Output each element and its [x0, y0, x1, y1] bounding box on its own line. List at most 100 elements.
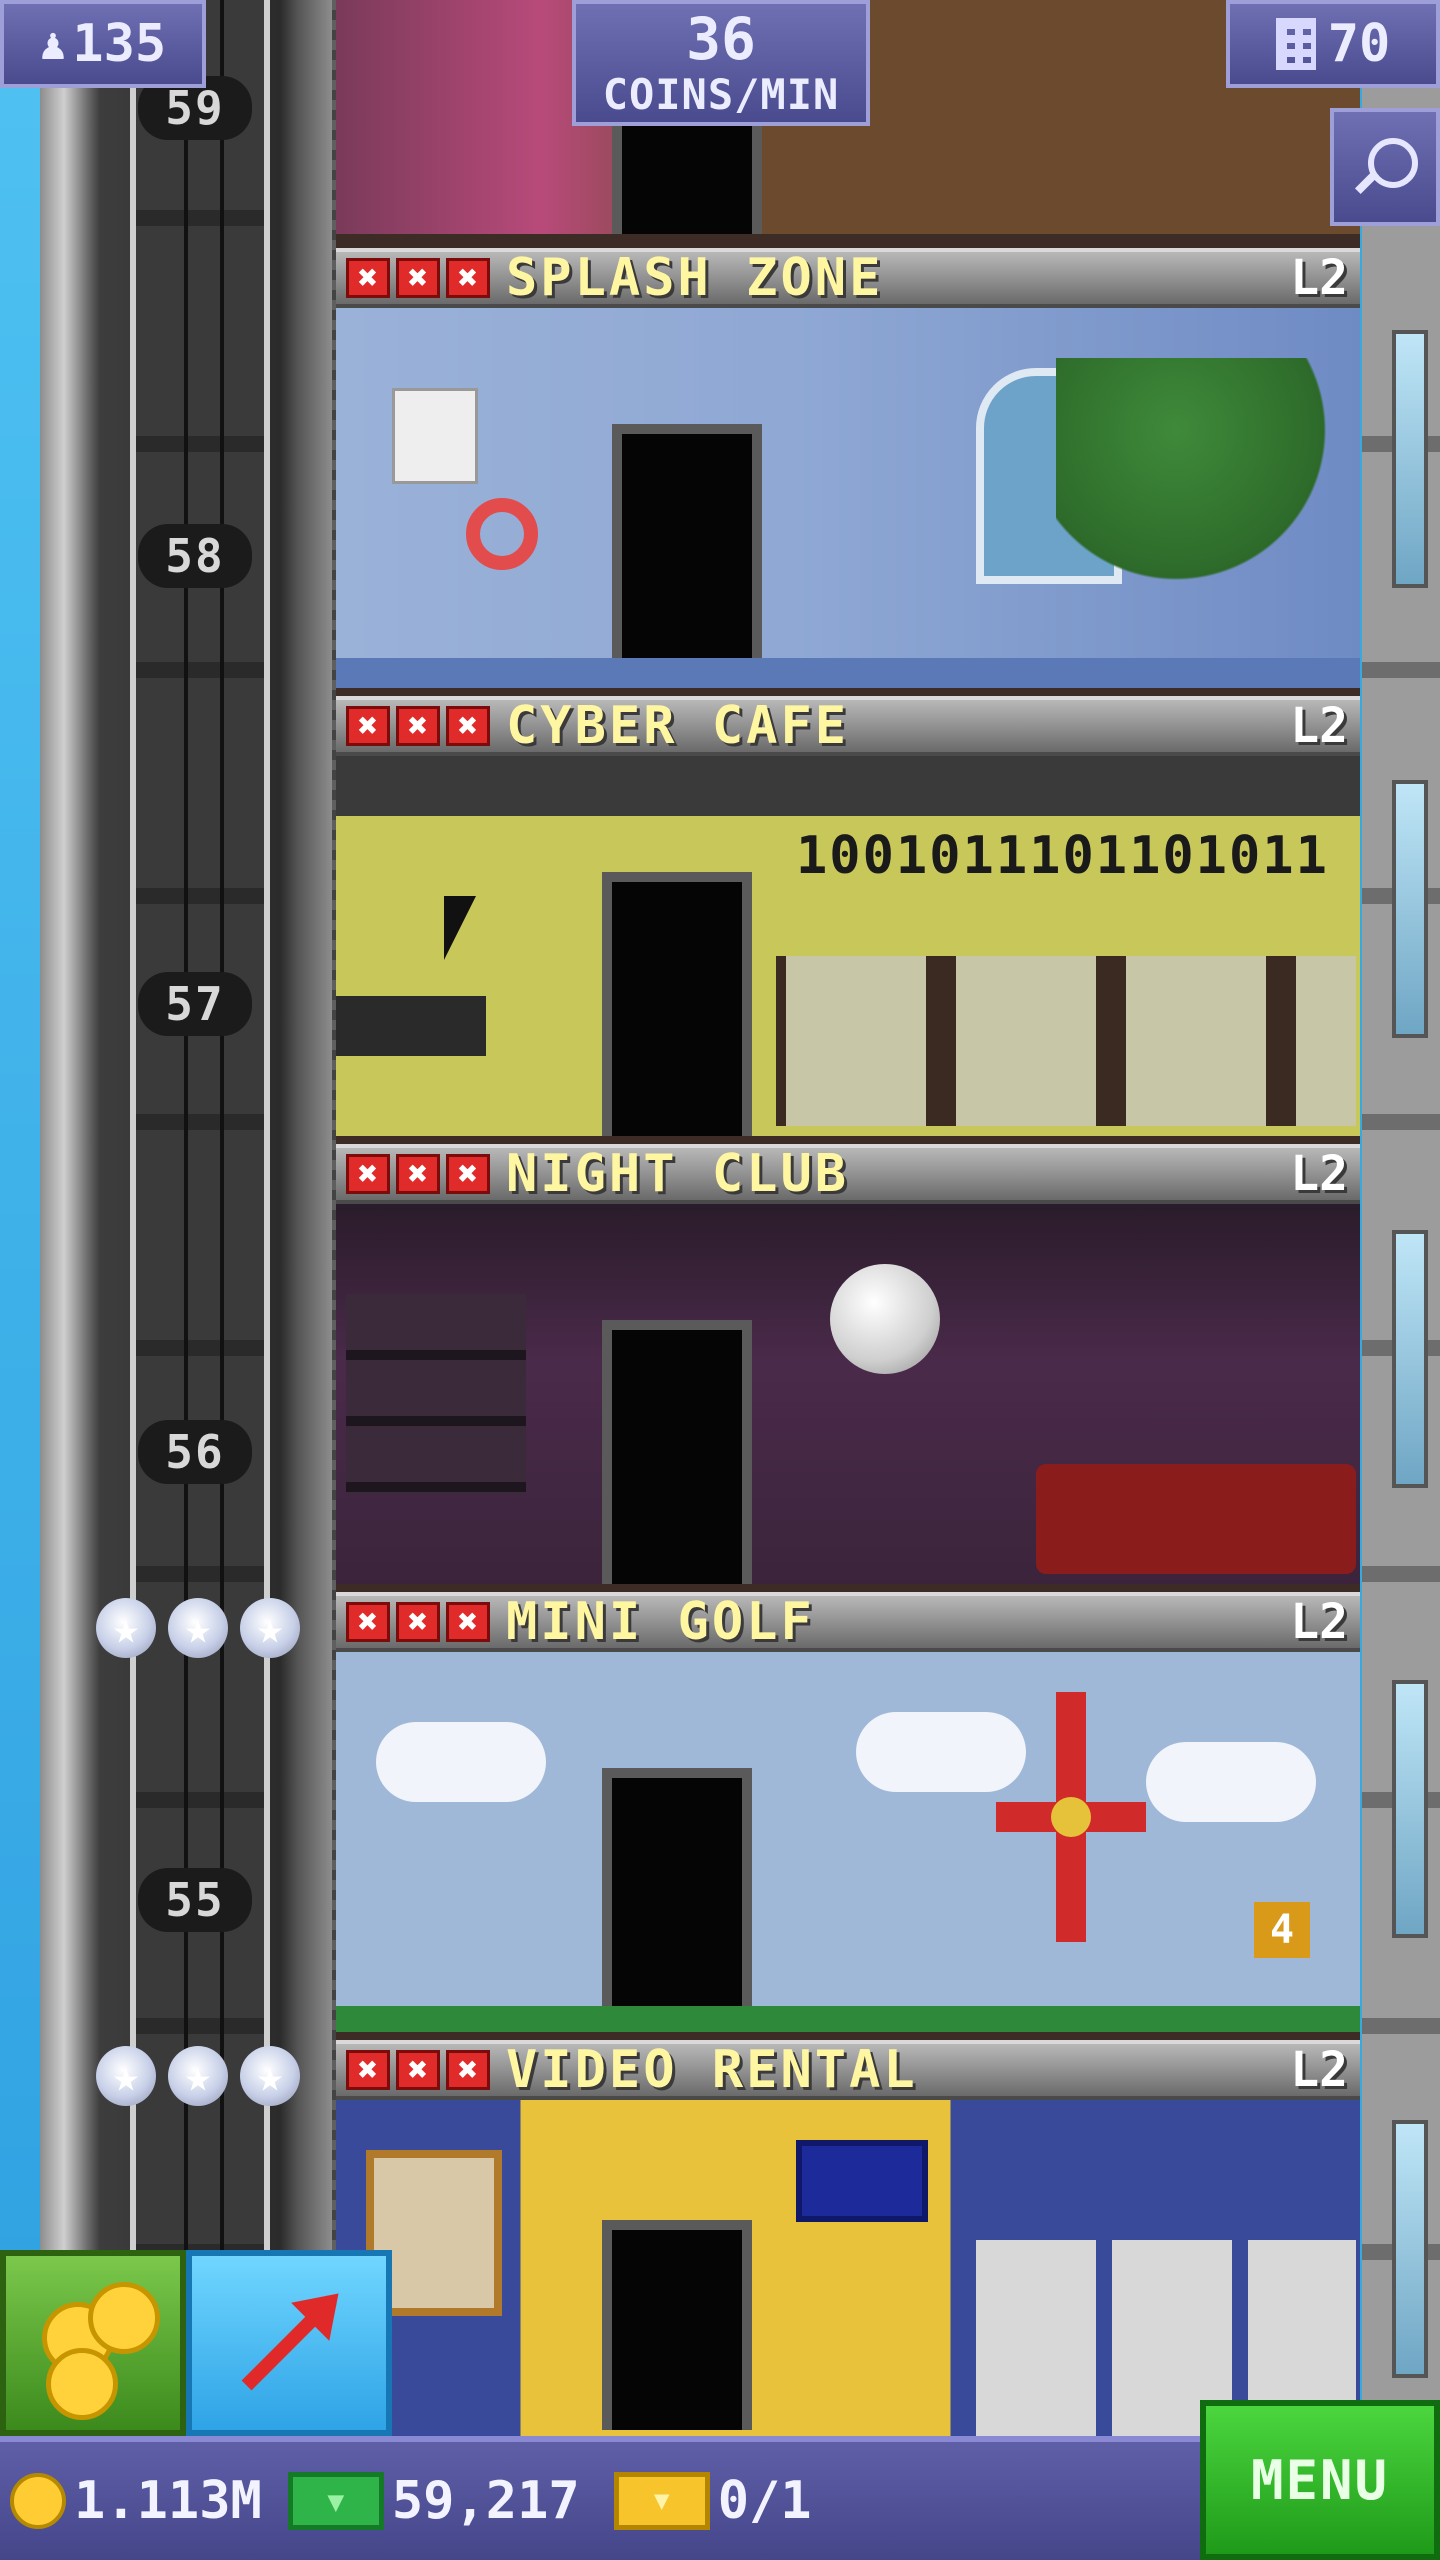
star-icon: ★	[240, 1598, 300, 1658]
star-icon: ★	[96, 2046, 156, 2106]
elevator-star-row: ★ ★ ★	[96, 1598, 300, 1658]
floors-counter[interactable]: 70	[1226, 0, 1440, 88]
empty-stock-icon: ✖	[396, 706, 440, 746]
empty-stock-icon: ✖	[446, 1602, 490, 1642]
building-icon	[1275, 18, 1316, 70]
floor-name: SPLASH ZONE	[506, 248, 884, 308]
floor-header: ✖ ✖ ✖ MINI GOLF L2	[336, 1592, 1360, 1652]
coins-value: 1.113M	[74, 2471, 262, 2531]
floor-stock-marks: ✖ ✖ ✖	[346, 706, 490, 746]
menu-button[interactable]: MENU	[1200, 2400, 1440, 2560]
floor-mini-golf[interactable]: ✖ ✖ ✖ MINI GOLF L2 4	[336, 1592, 1360, 2048]
floor-level: L2	[1290, 250, 1348, 306]
tickets-stat[interactable]: ▼ 0/1	[613, 2471, 812, 2531]
coins-stat[interactable]: 1.113M	[10, 2471, 262, 2531]
store-sign	[796, 2140, 928, 2222]
tower-window	[1392, 1230, 1428, 1488]
elevator-floor-number: 58	[138, 524, 252, 588]
floor-header: ✖ ✖ ✖ SPLASH ZONE L2	[336, 248, 1360, 308]
elevator-floor-number: 55	[138, 1868, 252, 1932]
floor-video-rental[interactable]: ✖ ✖ ✖ VIDEO RENTAL L2	[336, 2040, 1360, 2440]
elevator-floor-number: 56	[138, 1420, 252, 1484]
empty-stock-icon: ✖	[446, 1154, 490, 1194]
floor-door	[602, 2220, 752, 2430]
empty-stock-icon: ✖	[346, 1154, 390, 1194]
floor-level: L2	[1290, 1146, 1348, 1202]
tower-bux-icon: ▼	[287, 2472, 384, 2530]
empty-stock-icon: ✖	[396, 2050, 440, 2090]
empty-stock-icon: ✖	[346, 2050, 390, 2090]
windmill-icon	[996, 1692, 1146, 1942]
floor-name: VIDEO RENTAL	[506, 2040, 918, 2100]
build-floor-button[interactable]	[186, 2250, 392, 2436]
empty-stock-icon: ✖	[446, 258, 490, 298]
water-strip	[336, 658, 1360, 688]
star-icon: ★	[240, 2046, 300, 2106]
tower-window	[1392, 330, 1428, 588]
golden-ticket-icon: ▼	[613, 2472, 710, 2530]
tickets-value: 0/1	[717, 2471, 812, 2531]
tower-window	[1392, 2120, 1428, 2378]
ceiling-lights	[336, 756, 1360, 816]
floor-scene	[336, 1204, 1360, 1600]
coins-per-min-value: 36	[686, 5, 756, 73]
bar-shelves	[346, 1294, 526, 1494]
floor-door	[612, 424, 762, 694]
floor-scene: 1001011101101011	[336, 756, 1360, 1152]
empty-stock-icon: ✖	[346, 258, 390, 298]
tower-window	[1392, 780, 1428, 1038]
empty-stock-icon: ✖	[396, 1154, 440, 1194]
binary-wall-text: 1001011101101011	[796, 826, 1329, 886]
floors-value: 70	[1327, 14, 1391, 74]
population-counter[interactable]: ♟ 135	[0, 0, 206, 88]
floor-header: ✖ ✖ ✖ NIGHT CLUB L2	[336, 1144, 1360, 1204]
wall-poster	[392, 388, 478, 484]
floor-cyber-cafe[interactable]: ✖ ✖ ✖ CYBER CAFE L2 1001011101101011	[336, 696, 1360, 1152]
floor-level: L2	[1290, 2042, 1348, 2098]
empty-stock-icon: ✖	[446, 706, 490, 746]
person-icon: ♟	[39, 18, 67, 70]
coin-icon	[88, 2282, 160, 2354]
star-icon: ★	[168, 2046, 228, 2106]
club-sofa	[1036, 1464, 1356, 1574]
floor-door	[602, 1768, 752, 2038]
cursor-icon	[444, 896, 476, 960]
floor-name: NIGHT CLUB	[506, 1144, 850, 1204]
floor-stock-marks: ✖ ✖ ✖	[346, 1602, 490, 1642]
floor-stock-marks: ✖ ✖ ✖	[346, 2050, 490, 2090]
tower-window	[1392, 1680, 1428, 1938]
computer-desks	[776, 956, 1356, 1126]
elevator-floor-number: 57	[138, 972, 252, 1036]
empty-stock-icon: ✖	[346, 706, 390, 746]
counter	[336, 996, 486, 1056]
elevator-star-row: ★ ★ ★	[96, 2046, 300, 2106]
floor-header: ✖ ✖ ✖ CYBER CAFE L2	[336, 696, 1360, 756]
bux-stat[interactable]: ▼ 59,217	[287, 2471, 580, 2531]
floor-name: MINI GOLF	[506, 1592, 815, 1652]
bux-value: 59,217	[391, 2471, 580, 2531]
star-icon: ★	[96, 1598, 156, 1658]
floor-door	[602, 1320, 752, 1590]
star-icon: ★	[168, 1598, 228, 1658]
floor-name: CYBER CAFE	[506, 696, 850, 756]
floor-door	[602, 872, 752, 1142]
floor-night-club[interactable]: ✖ ✖ ✖ NIGHT CLUB L2	[336, 1144, 1360, 1600]
coin-icon	[46, 2348, 118, 2420]
coins-per-min-panel: 36 COINS/MIN	[572, 0, 870, 126]
floor-door	[612, 116, 762, 236]
empty-stock-icon: ✖	[346, 1602, 390, 1642]
zoom-button[interactable]	[1330, 108, 1440, 226]
putting-green	[336, 2006, 1360, 2032]
cloud-icon	[376, 1722, 546, 1802]
population-value: 135	[72, 14, 167, 74]
floor-header: ✖ ✖ ✖ VIDEO RENTAL L2	[336, 2040, 1360, 2100]
disco-ball-icon	[830, 1264, 940, 1374]
magnifier-icon	[1350, 132, 1420, 202]
up-arrow-icon	[241, 2274, 358, 2391]
floor-stock-marks: ✖ ✖ ✖	[346, 258, 490, 298]
floor-splash-zone[interactable]: ✖ ✖ ✖ SPLASH ZONE L2	[336, 248, 1360, 704]
hole-number-sign: 4	[1254, 1902, 1310, 1958]
coins-button[interactable]	[0, 2250, 186, 2436]
floor-scene: 4	[336, 1652, 1360, 2048]
empty-stock-icon: ✖	[396, 1602, 440, 1642]
